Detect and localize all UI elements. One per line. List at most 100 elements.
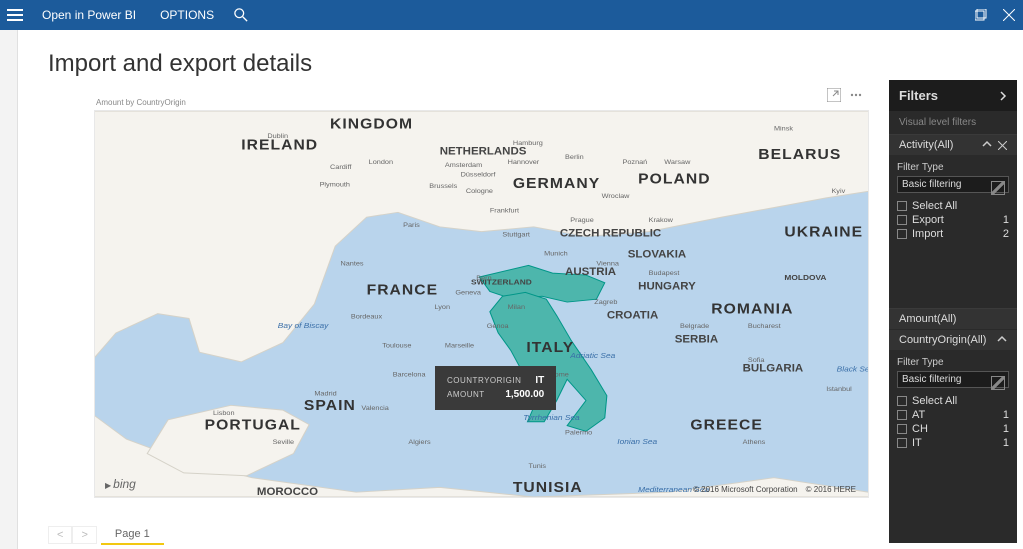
close-window-icon[interactable] <box>995 0 1023 30</box>
country-label: AUSTRIA <box>565 266 616 278</box>
collapse-icon[interactable] <box>997 335 1007 345</box>
filter-field-activity[interactable]: Activity(All) <box>889 135 1017 156</box>
svg-text:Genoa: Genoa <box>487 323 509 330</box>
svg-text:Geneva: Geneva <box>455 290 481 297</box>
filter-option[interactable]: Import 2 <box>897 227 1009 241</box>
country-label: BELARUS <box>758 147 841 163</box>
svg-text:Paris: Paris <box>403 222 420 229</box>
country-label: FRANCE <box>367 282 439 298</box>
svg-text:Marseille: Marseille <box>445 343 474 350</box>
filter-type-label: Filter Type <box>897 357 1009 368</box>
svg-text:Algiers: Algiers <box>408 439 431 446</box>
filter-field-countryorigin[interactable]: CountryOrigin(All) <box>889 330 1017 351</box>
svg-text:London: London <box>369 159 393 166</box>
sea-label: Tyrrhenian Sea <box>523 413 580 422</box>
hamburger-menu-icon[interactable] <box>0 0 30 30</box>
country-label: HUNGARY <box>638 281 696 293</box>
filters-title: Filters <box>899 88 938 103</box>
svg-text:Minsk: Minsk <box>774 126 794 133</box>
country-label: SPAIN <box>304 398 356 414</box>
filter-field-label: Amount(All) <box>899 313 956 325</box>
filter-field-amount[interactable]: Amount(All) <box>889 309 1017 330</box>
page-title: Import and export details <box>48 50 312 78</box>
svg-text:Warsaw: Warsaw <box>664 159 691 166</box>
country-label: KINGDOM <box>330 116 413 132</box>
svg-text:Berlin: Berlin <box>565 154 584 161</box>
svg-text:Wroclaw: Wroclaw <box>602 193 631 200</box>
filter-body-activity: Filter Type Basic filtering Select All E… <box>889 156 1017 249</box>
svg-text:Seville: Seville <box>273 439 295 446</box>
svg-text:Munich: Munich <box>544 251 568 258</box>
sea-label: Adriatic Sea <box>569 351 616 360</box>
select-all-checkbox[interactable]: Select All <box>897 394 1009 408</box>
svg-text:Vienna: Vienna <box>596 261 619 268</box>
focus-mode-icon[interactable] <box>827 88 841 102</box>
expand-filters-icon[interactable] <box>999 90 1007 102</box>
sea-label: Ionian Sea <box>617 437 657 446</box>
svg-text:Krakow: Krakow <box>649 217 674 224</box>
svg-text:Lisbon: Lisbon <box>213 410 235 417</box>
country-label: TUNISIA <box>513 480 583 496</box>
filters-panel: Filters Visual level filters Activity(Al… <box>889 80 1017 543</box>
country-label: ROMANIA <box>711 301 793 317</box>
more-options-icon[interactable] <box>849 88 863 102</box>
svg-text:Hamburg: Hamburg <box>513 140 543 147</box>
svg-text:Budapest: Budapest <box>649 270 680 277</box>
clear-filter-icon[interactable] <box>998 141 1007 150</box>
country-label: CROATIA <box>607 310 658 322</box>
country-label: POLAND <box>638 171 710 187</box>
map-viewport[interactable]: IRELAND KINGDOM NETHERLANDS GERMANY POLA… <box>94 110 869 498</box>
page-tab-1[interactable]: Page 1 <box>101 525 164 545</box>
chart-title: Amount by CountryOrigin <box>96 98 186 107</box>
svg-text:Nantes: Nantes <box>340 261 364 268</box>
svg-text:Madrid: Madrid <box>314 391 336 398</box>
country-label: PORTUGAL <box>205 417 301 433</box>
country-label: SLOVAKIA <box>628 249 686 261</box>
visual-level-filters-label: Visual level filters <box>889 111 1017 135</box>
prev-page-icon[interactable]: < <box>48 526 72 544</box>
country-label: MOLDOVA <box>784 273 826 282</box>
svg-text:Tunis: Tunis <box>529 463 547 470</box>
svg-text:Milan: Milan <box>508 304 526 311</box>
svg-text:Palermo: Palermo <box>565 429 592 436</box>
svg-text:Amsterdam: Amsterdam <box>445 162 482 169</box>
svg-text:Dublin: Dublin <box>267 133 288 140</box>
svg-text:Prague: Prague <box>570 217 594 224</box>
select-all-checkbox[interactable]: Select All <box>897 199 1009 213</box>
country-label: SERBIA <box>675 334 718 346</box>
next-page-icon[interactable]: > <box>72 526 96 544</box>
filter-option[interactable]: CH 1 <box>897 422 1009 436</box>
restore-window-icon[interactable] <box>967 0 995 30</box>
svg-text:Sofia: Sofia <box>748 357 765 364</box>
svg-text:Bordeaux: Bordeaux <box>351 314 383 321</box>
svg-text:Istanbul: Istanbul <box>826 386 852 393</box>
country-label: BULGARIA <box>743 363 804 375</box>
filter-option[interactable]: Export 1 <box>897 213 1009 227</box>
svg-text:Frankfurt: Frankfurt <box>490 208 519 215</box>
filter-type-label: Filter Type <box>897 162 1009 173</box>
svg-text:Lyon: Lyon <box>434 304 450 311</box>
svg-text:Belgrade: Belgrade <box>680 323 709 330</box>
svg-text:Düsseldorf: Düsseldorf <box>461 172 496 179</box>
options-button[interactable]: OPTIONS <box>148 0 226 30</box>
country-label: GERMANY <box>513 176 600 192</box>
open-in-powerbi-button[interactable]: Open in Power BI <box>30 0 148 30</box>
country-label: UKRAINE <box>784 224 863 240</box>
country-label: MOROCCO <box>257 486 319 497</box>
filter-option[interactable]: AT 1 <box>897 408 1009 422</box>
map-visual[interactable]: Amount by CountryOrigin IRELAND KINGDOM … <box>94 90 869 510</box>
collapse-icon[interactable] <box>982 140 992 150</box>
filter-type-select[interactable]: Basic filtering <box>897 371 1009 388</box>
country-label: GREECE <box>690 417 762 433</box>
filter-field-label: CountryOrigin(All) <box>899 334 986 346</box>
filter-option[interactable]: IT 1 <box>897 436 1009 450</box>
svg-text:Plymouth: Plymouth <box>320 181 350 188</box>
country-label: NETHERLANDS <box>440 146 527 158</box>
search-icon[interactable] <box>226 0 256 30</box>
country-label: CZECH REPUBLIC <box>560 228 661 240</box>
filter-type-select[interactable]: Basic filtering <box>897 176 1009 193</box>
map-tooltip: COUNTRYORIGINIT AMOUNT1,500.00 <box>435 366 556 410</box>
svg-text:Athens: Athens <box>743 439 766 446</box>
left-panel-collapsed[interactable] <box>0 0 18 549</box>
filters-header[interactable]: Filters <box>889 80 1017 111</box>
